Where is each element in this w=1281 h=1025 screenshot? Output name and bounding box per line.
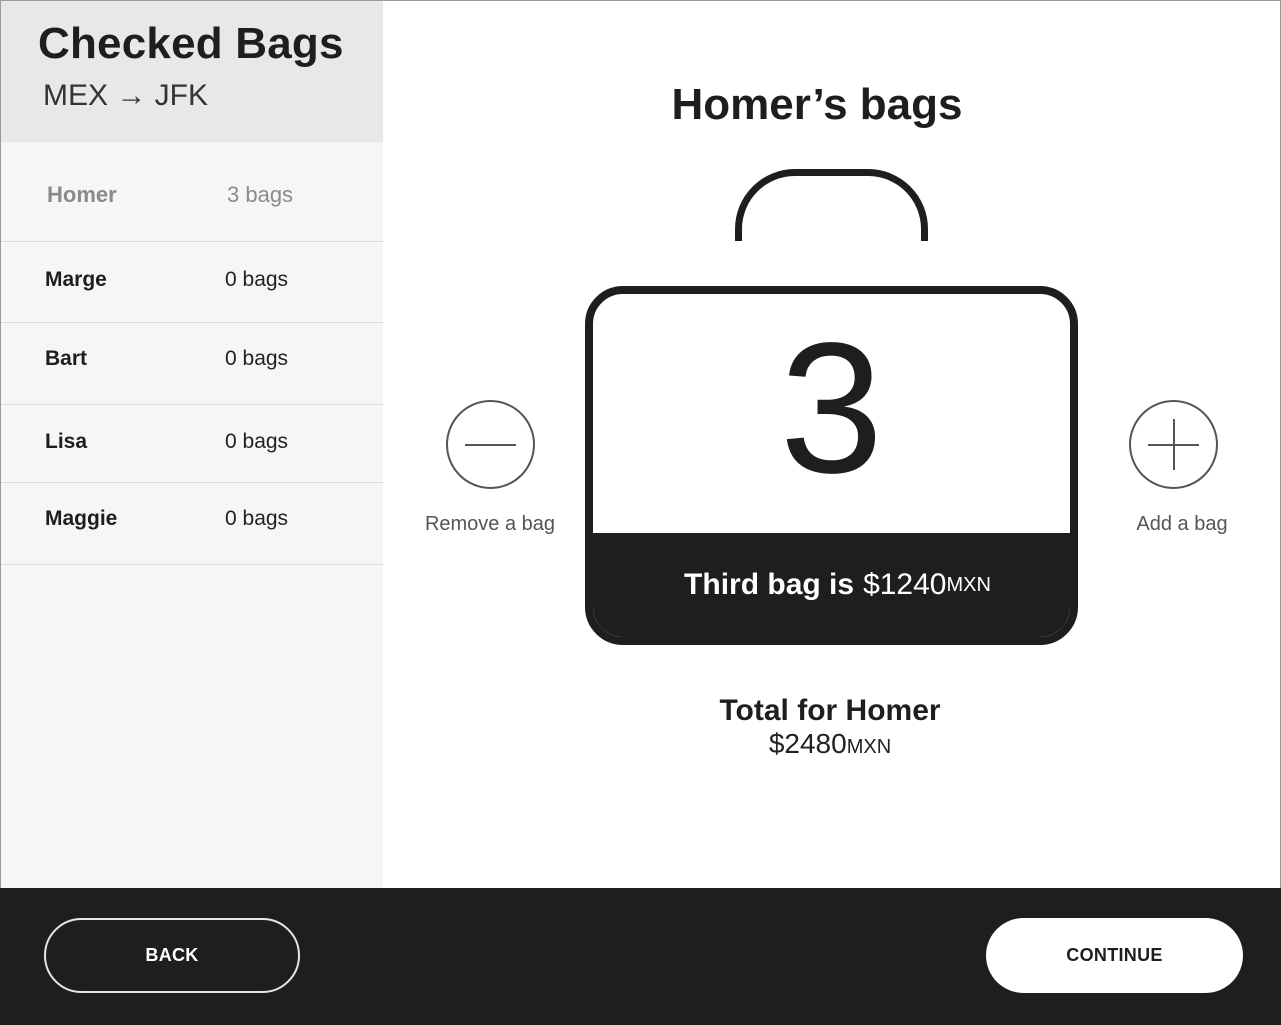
bag-price-label: Third bag is [684, 568, 855, 601]
total-amount-currency: MXN [846, 736, 892, 758]
bag-price-currency: MXN [946, 573, 991, 596]
passenger-bag-count: 0 bags [225, 507, 289, 530]
bag-price-amount: $1240 [863, 568, 947, 601]
page-title: Checked Bags [38, 19, 344, 68]
add-bag-button[interactable] [1129, 400, 1218, 489]
passenger-item-marge[interactable]: Marge 0 bags [1, 242, 383, 323]
continue-button[interactable]: CONTINUE [986, 918, 1243, 993]
passenger-name: Maggie [45, 507, 118, 530]
passenger-name: Homer [47, 182, 117, 207]
remove-bag-label[interactable]: Remove a bag [410, 513, 570, 536]
passenger-item-maggie[interactable]: Maggie 0 bags [1, 483, 383, 565]
sidebar-header: Checked Bags MEX → JFK [1, 1, 383, 142]
minus-icon [465, 444, 516, 446]
passenger-sidebar: Checked Bags MEX → JFK Homer 3 bags Marg… [1, 1, 383, 888]
flight-route: MEX → JFK [43, 79, 209, 112]
plus-icon [1173, 419, 1175, 470]
total-amount-value: $2480 [768, 728, 847, 759]
suitcase-icon: 3 Third bag is $1240 MXN [585, 286, 1078, 645]
back-button[interactable]: BACK [44, 918, 300, 993]
passenger-name: Marge [45, 268, 107, 291]
passenger-item-homer[interactable]: Homer 3 bags [1, 142, 383, 242]
add-bag-label[interactable]: Add a bag [1102, 513, 1262, 536]
passenger-bag-count: 0 bags [225, 268, 289, 291]
bag-price-banner: Third bag is $1240 MXN [593, 533, 1070, 637]
passenger-name: Lisa [45, 430, 88, 453]
bag-count-display: 3 [779, 305, 884, 512]
footer-bar: BACK CONTINUE [0, 888, 1281, 1025]
passenger-bag-count: 3 bags [227, 182, 294, 207]
passenger-item-bart[interactable]: Bart 0 bags [1, 323, 383, 405]
total-amount: $2480MXN [630, 728, 1030, 760]
suitcase-handle-icon [735, 169, 928, 241]
passenger-bag-count: 0 bags [225, 347, 289, 370]
total-label: Total for Homer [719, 694, 941, 727]
passenger-name: Bart [45, 347, 88, 370]
remove-bag-button[interactable] [446, 400, 535, 489]
passenger-item-lisa[interactable]: Lisa 0 bags [1, 405, 383, 483]
passenger-bag-count: 0 bags [225, 430, 289, 453]
passenger-bags-title: Homer’s bags [671, 80, 963, 129]
